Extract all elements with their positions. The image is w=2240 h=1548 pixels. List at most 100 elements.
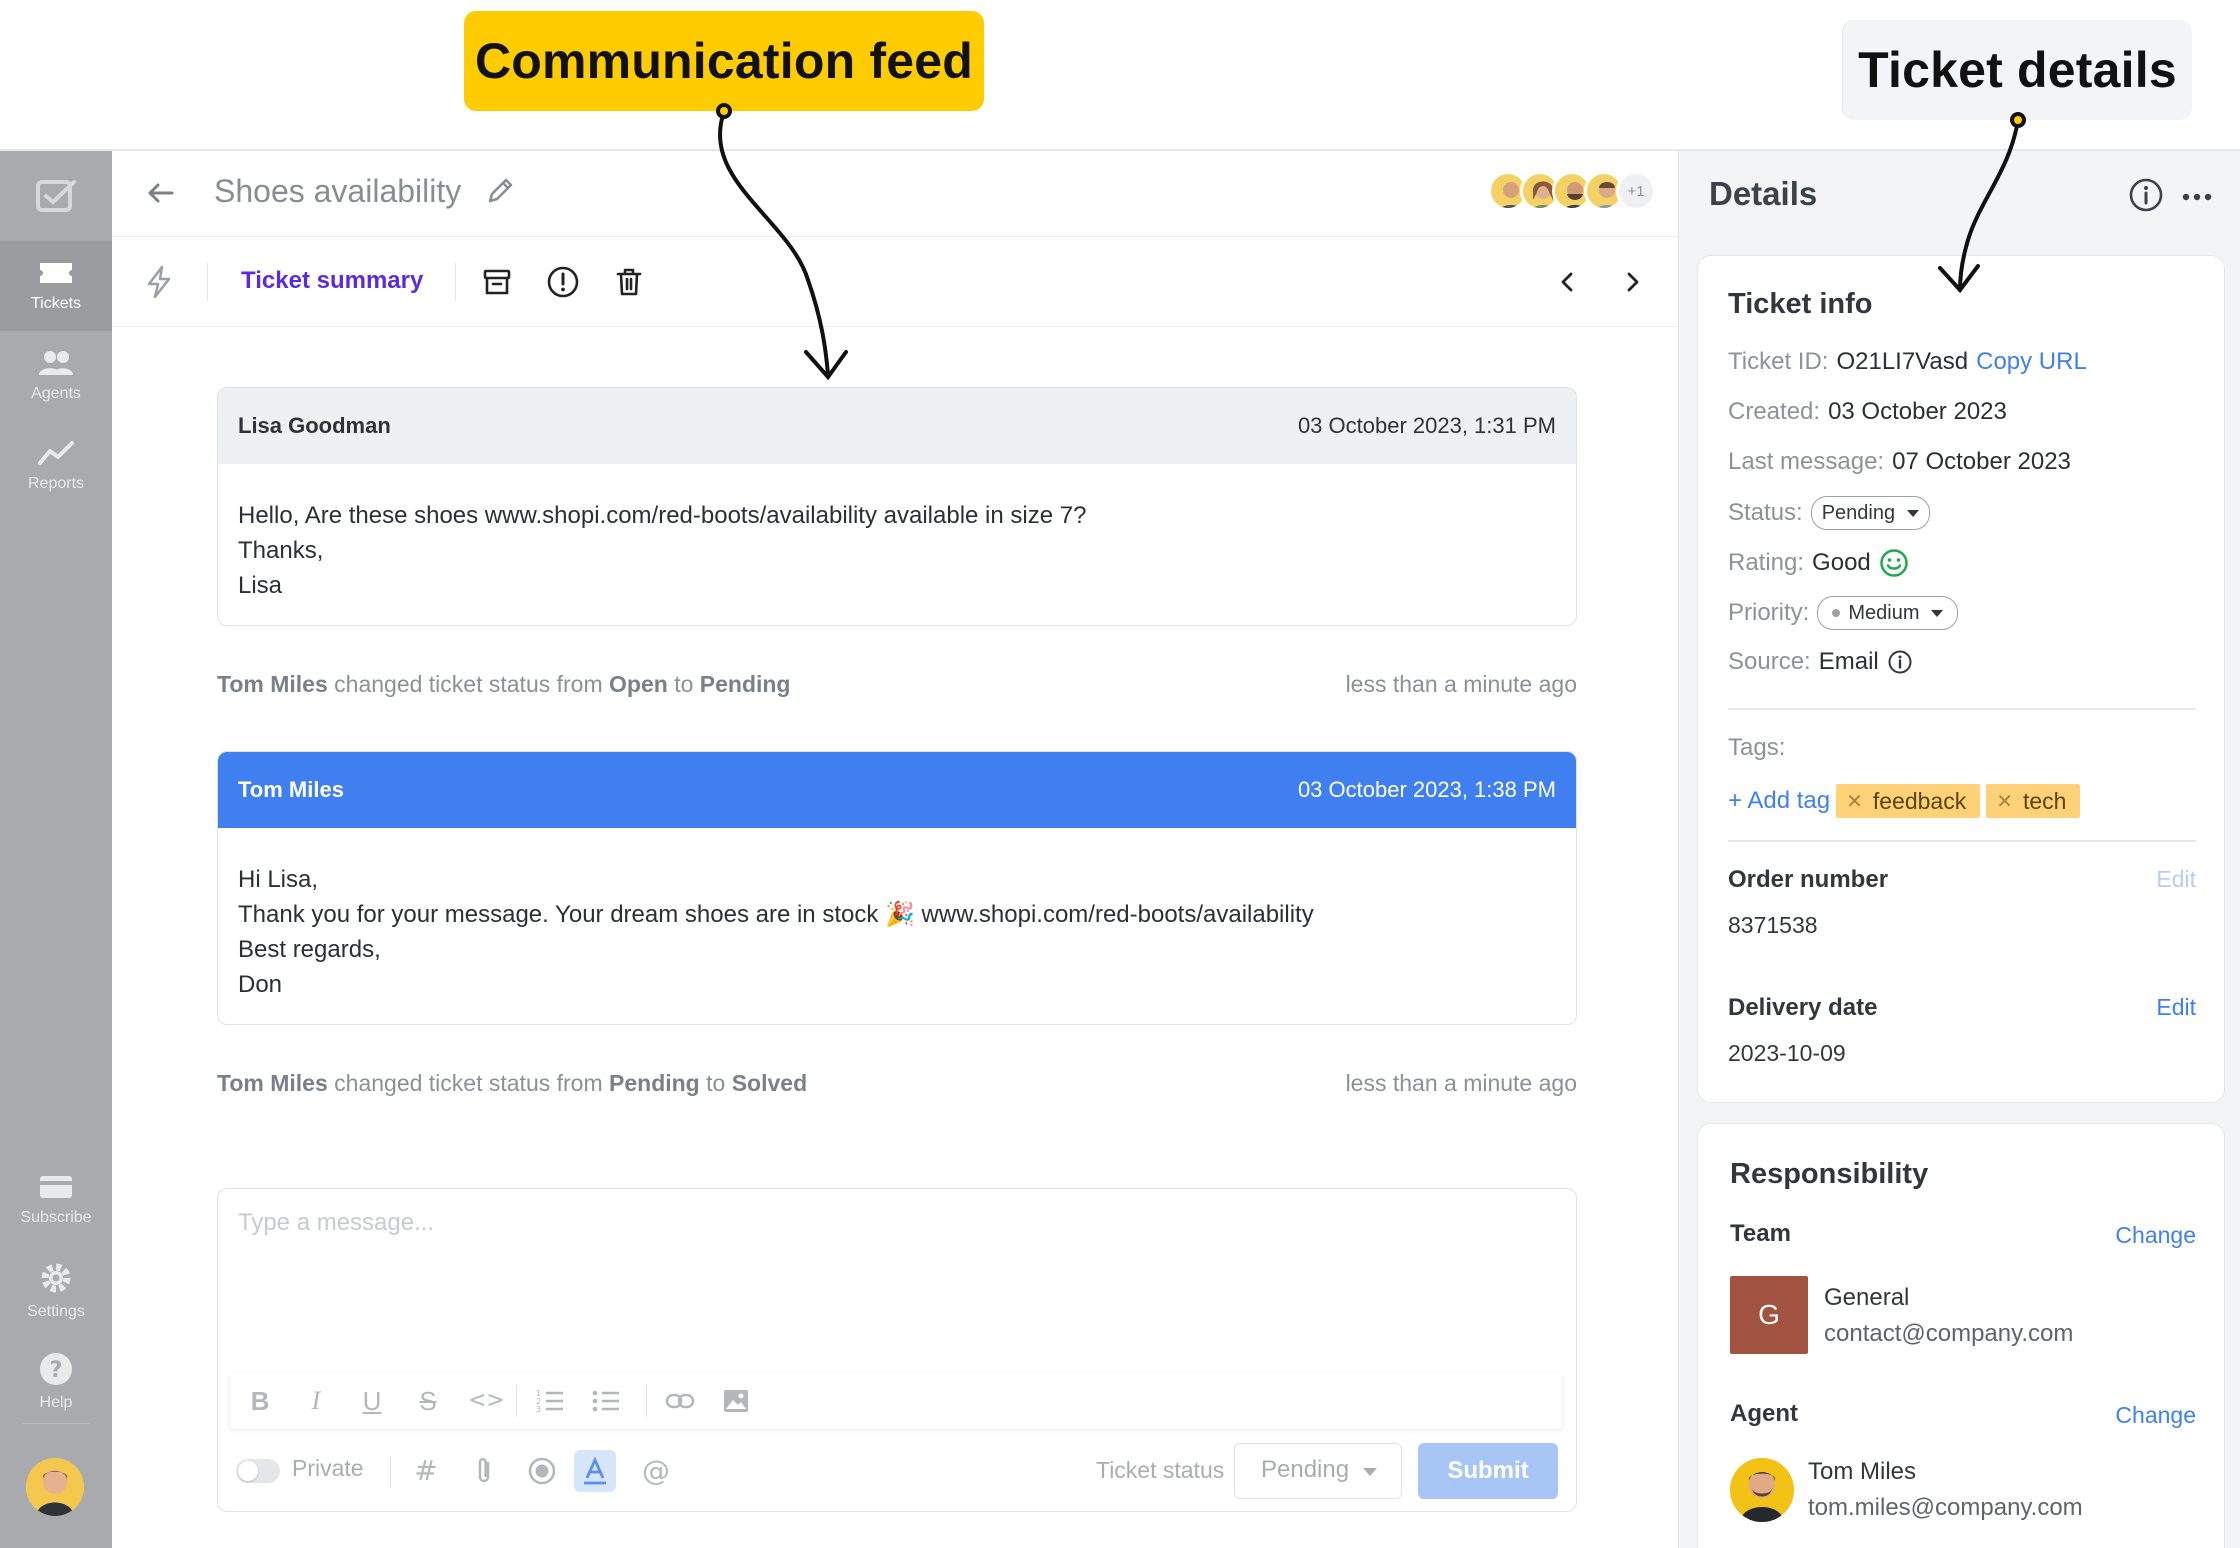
more-horizontal-icon xyxy=(2182,193,2212,201)
rail-item-help[interactable]: ? Help xyxy=(0,1337,112,1427)
gear-icon xyxy=(41,1263,71,1293)
format-divider xyxy=(516,1385,517,1417)
strikethrough-icon[interactable]: S xyxy=(412,1385,444,1417)
composer-divider xyxy=(390,1457,391,1487)
ticket-details-pane: Details Ticket info Ticket ID: O21LI7Vas… xyxy=(1678,151,2240,1548)
app-logo[interactable] xyxy=(0,151,112,241)
team-info: General contact@company.com xyxy=(1824,1280,2073,1352)
text-format-icon[interactable] xyxy=(574,1450,616,1492)
code-icon[interactable]: <> xyxy=(468,1385,505,1417)
priority-row: Priority: Medium xyxy=(1728,596,1959,630)
reply-composer: Type a message... B I U S <> 123 Private… xyxy=(217,1188,1577,1512)
edit-delivery-date-link[interactable]: Edit xyxy=(2156,994,2196,1021)
order-number-value: 8371538 xyxy=(1728,912,1818,938)
message-time: 03 October 2023, 1:38 PM xyxy=(1297,777,1556,802)
rating-value: Good xyxy=(1812,549,1871,576)
rail-label-reports: Reports xyxy=(27,475,85,492)
ticket-title[interactable]: Shoes availability xyxy=(214,173,461,210)
created-value: 03 October 2023 xyxy=(1828,398,2007,425)
user-avatar[interactable] xyxy=(26,1458,84,1516)
toolbar-divider xyxy=(455,263,456,301)
last-message-value: 07 October 2023 xyxy=(1892,448,2071,475)
formatting-toolbar: B I U S <> 123 xyxy=(230,1373,1562,1429)
message-author: Lisa Goodman xyxy=(238,413,391,438)
participants[interactable]: +1 xyxy=(1488,171,1656,211)
ordered-list-icon[interactable]: 123 xyxy=(534,1385,566,1417)
change-team-link[interactable]: Change xyxy=(2115,1222,2196,1249)
status-row: Status: Pending xyxy=(1728,496,1931,530)
message-input[interactable]: Type a message... xyxy=(238,1209,434,1237)
remove-tag-icon[interactable]: ✕ xyxy=(1996,789,2013,813)
agent-email: tom.miles@company.com xyxy=(1808,1494,2083,1521)
add-tag-button[interactable]: + Add tag xyxy=(1728,787,1830,815)
link-icon[interactable] xyxy=(664,1385,696,1417)
italic-icon[interactable]: I xyxy=(300,1385,332,1417)
team-email: contact@company.com xyxy=(1824,1320,2074,1347)
chevron-down-icon xyxy=(1931,609,1944,617)
hashtag-icon[interactable]: # xyxy=(408,1453,444,1489)
attachment-icon[interactable] xyxy=(466,1453,502,1489)
left-rail: Tickets Agents Reports Subscribe Setting… xyxy=(0,151,112,1548)
ticket-info-card: Ticket info Ticket ID: O21LI7Vasd Copy U… xyxy=(1697,255,2225,1103)
communication-feed-pane: Shoes availability +1 Ticket summary Lis… xyxy=(112,151,1678,1548)
status-dropdown[interactable]: Pending xyxy=(1810,496,1931,530)
image-icon[interactable] xyxy=(720,1385,752,1417)
event-text: Tom Miles changed ticket status from Pen… xyxy=(217,1070,808,1096)
edit-title-button[interactable] xyxy=(484,175,520,211)
tags-label: Tags: xyxy=(1728,734,1786,761)
rail-item-agents[interactable]: Agents xyxy=(0,331,112,421)
mention-icon[interactable]: @ xyxy=(638,1453,674,1489)
next-ticket-button[interactable] xyxy=(1618,267,1648,297)
rating-row: Rating: Good xyxy=(1728,548,1909,578)
mark-spam-button[interactable] xyxy=(546,265,580,299)
rail-item-subscribe[interactable]: Subscribe xyxy=(0,1155,112,1245)
priority-dropdown[interactable]: Medium xyxy=(1817,596,1959,630)
tag-chip[interactable]: ✕ feedback xyxy=(1836,784,1981,818)
change-agent-link[interactable]: Change xyxy=(2115,1402,2196,1429)
message-line: Thanks, xyxy=(238,537,324,564)
rail-item-settings[interactable]: Settings xyxy=(0,1246,112,1336)
more-options-button[interactable] xyxy=(2182,187,2212,202)
trash-icon xyxy=(616,268,642,296)
info-icon[interactable] xyxy=(1887,649,1913,675)
svg-text:3: 3 xyxy=(536,1405,541,1414)
record-icon[interactable] xyxy=(524,1453,560,1489)
private-toggle[interactable] xyxy=(236,1459,280,1483)
agent-name: Tom Miles xyxy=(1808,1458,1917,1485)
message-line: Don xyxy=(238,971,283,998)
event-text: Tom Miles changed ticket status from Ope… xyxy=(217,671,791,697)
status-change-event: Tom Miles changed ticket status from Ope… xyxy=(217,671,1577,698)
bold-icon[interactable]: B xyxy=(244,1385,276,1417)
tag-chip[interactable]: ✕ tech xyxy=(1986,784,2081,818)
edit-order-number-link[interactable]: Edit xyxy=(2156,866,2196,893)
ticket-status-select[interactable]: Pending xyxy=(1234,1443,1402,1499)
arrow-left-icon xyxy=(148,183,174,203)
responsibility-card: Responsibility Team Change G General con… xyxy=(1697,1123,2225,1548)
bullet-list-icon[interactable] xyxy=(590,1385,622,1417)
copy-url-link[interactable]: Copy URL xyxy=(1976,348,2087,376)
details-info-button[interactable] xyxy=(2128,177,2164,213)
delete-button[interactable] xyxy=(612,265,646,299)
ticket-id-row: Ticket ID: O21LI7Vasd Copy URL xyxy=(1728,348,2087,376)
source-value: Email xyxy=(1818,648,1879,675)
priority-dot xyxy=(1832,609,1841,617)
rail-item-reports[interactable]: Reports xyxy=(0,421,112,511)
message-line: Lisa xyxy=(238,572,283,599)
underline-icon[interactable]: U xyxy=(356,1385,388,1417)
team-name: General xyxy=(1824,1284,1910,1311)
archive-button[interactable] xyxy=(480,265,514,299)
back-button[interactable] xyxy=(144,177,180,213)
submit-button[interactable]: Submit xyxy=(1418,1443,1558,1499)
ticket-summary-button[interactable]: Ticket summary xyxy=(241,267,423,295)
private-label: Private xyxy=(292,1455,364,1481)
ticket-header: Shoes availability +1 xyxy=(112,151,1678,237)
macros-button[interactable] xyxy=(144,265,174,304)
format-divider xyxy=(646,1385,647,1417)
previous-ticket-button[interactable] xyxy=(1552,267,1582,297)
callout-communication-feed: Communication feed xyxy=(464,11,984,111)
message-body: Hello, Are these shoes www.shopi.com/red… xyxy=(218,464,1576,625)
pencil-icon xyxy=(488,178,513,203)
remove-tag-icon[interactable]: ✕ xyxy=(1846,789,1863,813)
help-icon: ? xyxy=(40,1353,72,1385)
rail-item-tickets[interactable]: Tickets xyxy=(0,241,112,331)
